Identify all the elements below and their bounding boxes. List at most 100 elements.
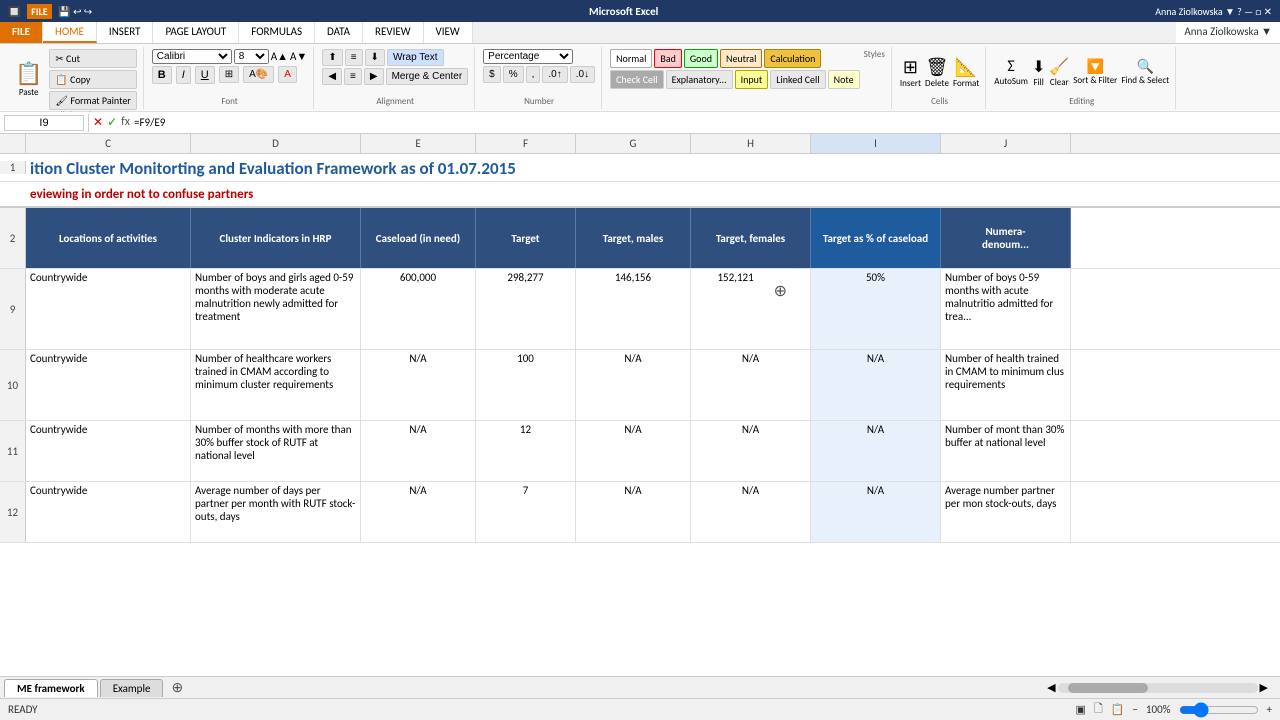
cell-11-target-pct[interactable]: N/A bbox=[811, 421, 941, 481]
cancel-formula-icon[interactable]: ✕ bbox=[93, 115, 103, 130]
tab-data[interactable]: DATA bbox=[315, 22, 363, 43]
cell-10-target-pct[interactable]: N/A bbox=[811, 350, 941, 420]
sort-filter-button[interactable]: 🔽 Sort & Filter bbox=[1073, 58, 1117, 86]
clear-button[interactable]: 🧹 Clear bbox=[1049, 57, 1069, 88]
explanatory-style[interactable]: Explanatory... bbox=[666, 70, 733, 89]
decimal-decrease-button[interactable]: .0↓ bbox=[570, 66, 595, 83]
increase-font-button[interactable]: A▲ bbox=[271, 50, 288, 63]
cell-9-caseload[interactable]: 600,000 bbox=[361, 269, 476, 349]
delete-cells-button[interactable]: 🗑 Delete bbox=[925, 56, 949, 89]
calculation-style[interactable]: Calculation bbox=[764, 49, 821, 68]
insert-cells-button[interactable]: ⊞ Insert bbox=[900, 56, 921, 89]
italic-button[interactable]: I bbox=[176, 66, 191, 84]
bold-button[interactable]: B bbox=[152, 66, 172, 84]
autosum-button[interactable]: Σ AutoSum bbox=[994, 57, 1028, 87]
cell-reference-box[interactable] bbox=[4, 115, 84, 131]
scroll-left-button[interactable]: ◀ bbox=[1047, 681, 1055, 694]
cell-9-indicator[interactable]: Number of boys and girls aged 0-59 month… bbox=[191, 269, 361, 349]
col-header-i[interactable]: I bbox=[811, 134, 941, 153]
cell-9-target-pct[interactable]: 50% bbox=[811, 269, 941, 349]
linked-cell-style[interactable]: Linked Cell bbox=[770, 70, 825, 89]
font-color-button[interactable]: A bbox=[278, 66, 297, 83]
wrap-text-button[interactable]: Wrap Text bbox=[387, 49, 444, 66]
cell-10-target-females[interactable]: N/A bbox=[691, 350, 811, 420]
view-page-break-button[interactable]: 📋 bbox=[1111, 703, 1125, 716]
cell-9-target-females[interactable]: 152,121 ⊕ bbox=[691, 269, 811, 349]
cell-12-indicator[interactable]: Average number of days per partner per m… bbox=[191, 482, 361, 542]
align-middle-button[interactable]: ≡ bbox=[345, 49, 363, 66]
col-header-e[interactable]: E bbox=[361, 134, 476, 153]
check-cell-style[interactable]: Check Cell bbox=[610, 70, 664, 89]
cell-11-target[interactable]: 12 bbox=[476, 421, 576, 481]
tab-view[interactable]: VIEW bbox=[424, 22, 473, 43]
sheet-tab-example[interactable]: Example bbox=[100, 679, 164, 697]
fill-button[interactable]: ⬇ Fill bbox=[1032, 57, 1045, 88]
align-right-button[interactable]: ▶ bbox=[364, 68, 384, 85]
zoom-out-button[interactable]: − bbox=[1132, 703, 1137, 716]
insert-function-icon[interactable]: fx bbox=[121, 115, 130, 130]
number-format-select[interactable]: Percentage bbox=[483, 49, 573, 64]
normal-style[interactable]: Normal bbox=[610, 49, 652, 68]
cell-10-numerator[interactable]: Number of health trained in CMAM to mini… bbox=[941, 350, 1071, 420]
cell-9-target[interactable]: 298,277 bbox=[476, 269, 576, 349]
tab-insert[interactable]: INSERT bbox=[97, 22, 154, 43]
decrease-font-button[interactable]: A▼ bbox=[290, 50, 307, 63]
paste-button[interactable]: 📋 Paste bbox=[10, 57, 47, 101]
tab-formulas[interactable]: FORMULAS bbox=[239, 22, 315, 43]
cell-11-caseload[interactable]: N/A bbox=[361, 421, 476, 481]
formula-input[interactable] bbox=[134, 116, 1276, 129]
neutral-style[interactable]: Neutral bbox=[720, 49, 762, 68]
cell-10-caseload[interactable]: N/A bbox=[361, 350, 476, 420]
comma-button[interactable]: , bbox=[526, 66, 541, 83]
font-family-select[interactable]: Calibri bbox=[152, 49, 232, 64]
merge-center-button[interactable]: Merge & Center bbox=[386, 68, 469, 85]
cell-10-location[interactable]: Countrywide bbox=[26, 350, 191, 420]
underline-button[interactable]: U bbox=[195, 66, 215, 84]
tab-page-layout[interactable]: PAGE LAYOUT bbox=[153, 22, 239, 43]
align-bottom-button[interactable]: ⬇ bbox=[365, 49, 385, 66]
cell-11-indicator[interactable]: Number of months with more than 30% buff… bbox=[191, 421, 361, 481]
cell-11-location[interactable]: Countrywide bbox=[26, 421, 191, 481]
cell-11-target-males[interactable]: N/A bbox=[576, 421, 691, 481]
col-header-j[interactable]: J bbox=[941, 134, 1071, 153]
sheet-tab-me-framework[interactable]: ME framework bbox=[4, 679, 98, 697]
cut-button[interactable]: ✂ Cut bbox=[49, 49, 136, 68]
cell-12-caseload[interactable]: N/A bbox=[361, 482, 476, 542]
align-left-button[interactable]: ◀ bbox=[322, 68, 342, 85]
tab-review[interactable]: REVIEW bbox=[363, 22, 424, 43]
format-painter-button[interactable]: 🖌 Format Painter bbox=[49, 91, 136, 110]
zoom-slider[interactable] bbox=[1179, 702, 1259, 718]
cell-12-numerator[interactable]: Average number partner per mon stock-out… bbox=[941, 482, 1071, 542]
bad-style[interactable]: Bad bbox=[654, 49, 681, 68]
view-page-layout-button[interactable]: 🗋 bbox=[1094, 700, 1103, 719]
find-select-button[interactable]: 🔍 Find & Select bbox=[1121, 58, 1169, 86]
copy-button[interactable]: 📋 Copy bbox=[49, 70, 136, 89]
col-header-d[interactable]: D bbox=[191, 134, 361, 153]
font-size-select[interactable]: 8 bbox=[234, 49, 269, 64]
col-header-c[interactable]: C bbox=[26, 134, 191, 153]
format-cells-button[interactable]: 📐 Format bbox=[953, 56, 979, 89]
confirm-formula-icon[interactable]: ✓ bbox=[107, 115, 117, 130]
note-style[interactable]: Note bbox=[828, 70, 860, 89]
tab-file[interactable]: FILE bbox=[0, 22, 43, 43]
decimal-increase-button[interactable]: .0↑ bbox=[542, 66, 567, 83]
cell-9-numerator[interactable]: Number of boys 0-59 months with acute ma… bbox=[941, 269, 1071, 349]
cell-12-target-males[interactable]: N/A bbox=[576, 482, 691, 542]
cell-10-target-males[interactable]: N/A bbox=[576, 350, 691, 420]
cell-12-target-females[interactable]: N/A bbox=[691, 482, 811, 542]
zoom-in-button[interactable]: + bbox=[1267, 703, 1272, 716]
percent-button[interactable]: % bbox=[503, 66, 524, 83]
cell-12-target-pct[interactable]: N/A bbox=[811, 482, 941, 542]
cell-12-location[interactable]: Countrywide bbox=[26, 482, 191, 542]
cell-11-target-females[interactable]: N/A bbox=[691, 421, 811, 481]
tab-home[interactable]: HOME bbox=[43, 22, 97, 43]
col-header-f[interactable]: F bbox=[476, 134, 576, 153]
cell-11-numerator[interactable]: Number of mont than 30% buffer at nation… bbox=[941, 421, 1071, 481]
currency-button[interactable]: $ bbox=[483, 66, 501, 83]
border-button[interactable]: ⊞ bbox=[219, 66, 239, 83]
horizontal-scrollbar[interactable] bbox=[1058, 683, 1258, 693]
fill-color-button[interactable]: A🎨 bbox=[243, 66, 274, 83]
col-header-g[interactable]: G bbox=[576, 134, 691, 153]
cell-10-indicator[interactable]: Number of healthcare workers trained in … bbox=[191, 350, 361, 420]
input-style[interactable]: Input bbox=[735, 70, 769, 89]
